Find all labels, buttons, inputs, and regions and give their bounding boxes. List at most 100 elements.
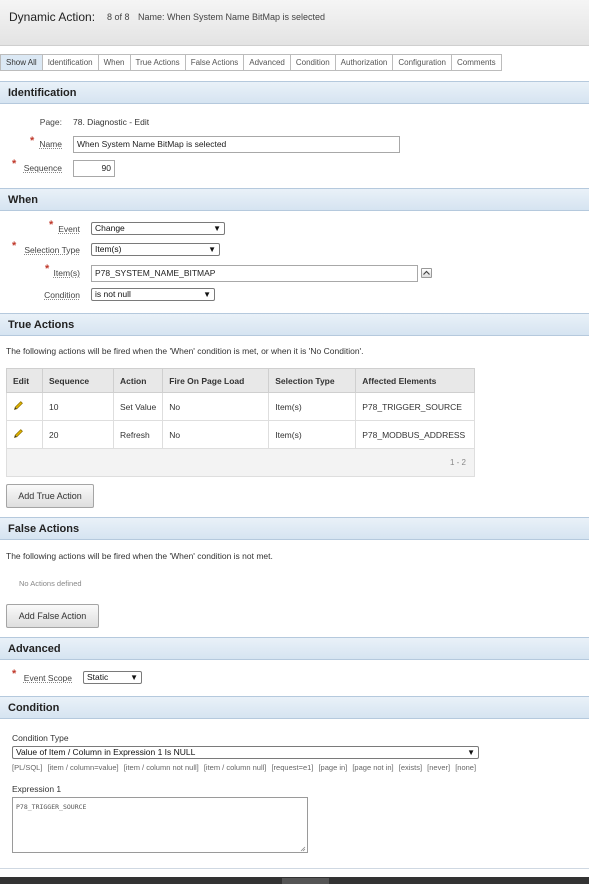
section-tabs: Show All Identification When True Action… — [0, 54, 502, 71]
tab-comments[interactable]: Comments — [450, 54, 502, 71]
identification-section-header: Identification — [0, 81, 589, 104]
sequence-field[interactable]: 90 — [73, 160, 115, 177]
pencil-icon[interactable] — [13, 400, 24, 411]
condition-shortcuts: [PL/SQL] [item / column=value] [item / c… — [12, 763, 479, 772]
chevron-down-icon: ▼ — [203, 290, 211, 299]
tab-condition[interactable]: Condition — [289, 54, 336, 71]
resize-handle-icon[interactable] — [300, 846, 306, 852]
action-cell: Set Value — [112, 392, 164, 421]
tab-false-actions[interactable]: False Actions — [184, 54, 245, 71]
expression-label: Expression 1 — [12, 784, 62, 794]
item-picker-button[interactable] — [421, 268, 432, 278]
condition-section-header: Condition — [0, 696, 589, 719]
sequence-cell: 10 — [42, 392, 114, 421]
items-label[interactable]: Item(s) — [40, 268, 80, 278]
chevron-down-icon: ▼ — [130, 673, 138, 682]
shortcut-link[interactable]: [item / column=value] — [48, 763, 119, 772]
table-header-row: Edit Sequence Action Fire On Page Load S… — [6, 368, 475, 393]
shortcut-link[interactable]: [request=e1] — [271, 763, 313, 772]
condition-type-select[interactable]: Value of Item / Column in Expression 1 I… — [12, 746, 479, 759]
page-title: Dynamic Action: — [9, 10, 96, 24]
true-actions-section-header: True Actions — [0, 313, 589, 336]
affected-elements-cell: P78_TRIGGER_SOURCE — [355, 392, 475, 421]
sequence-cell: 20 — [42, 420, 114, 449]
section-title: Advanced — [8, 643, 61, 655]
column-header[interactable]: Selection Type — [268, 368, 357, 393]
action-cell: Refresh — [112, 420, 164, 449]
condition-select[interactable]: is not null ▼ — [91, 288, 215, 301]
shortcut-link[interactable]: [page not in] — [352, 763, 393, 772]
shortcut-link[interactable]: [never] — [427, 763, 450, 772]
name-label[interactable]: Name — [20, 139, 62, 149]
add-true-action-button[interactable]: Add True Action — [6, 484, 94, 508]
caret-up-icon — [423, 270, 430, 275]
fire-on-load-cell: No — [162, 420, 270, 449]
when-section-header: When — [0, 188, 589, 211]
section-title: True Actions — [8, 319, 75, 331]
shortcut-link[interactable]: [exists] — [399, 763, 422, 772]
table-pagination: 1 - 2 — [6, 449, 475, 477]
chevron-down-icon: ▼ — [208, 245, 216, 254]
divider — [0, 868, 589, 869]
page-label: Page: — [39, 117, 62, 127]
selection-type-label[interactable]: Selection Type — [18, 245, 80, 255]
add-false-action-button[interactable]: Add False Action — [6, 604, 99, 628]
sequence-label[interactable]: Sequence — [18, 163, 62, 173]
empty-state-text: No Actions defined — [19, 579, 82, 588]
true-actions-description: The following actions will be fired when… — [6, 346, 364, 356]
name-field[interactable]: When System Name BitMap is selected — [73, 136, 400, 153]
section-title: Identification — [8, 87, 77, 99]
tab-advanced[interactable]: Advanced — [243, 54, 291, 71]
tab-show-all[interactable]: Show All — [0, 54, 43, 71]
scrollbar-thumb[interactable] — [282, 878, 329, 884]
chevron-down-icon: ▼ — [467, 748, 475, 757]
edit-cell[interactable] — [6, 392, 43, 421]
required-marker: * — [12, 240, 17, 252]
shortcut-link[interactable]: [PL/SQL] — [12, 763, 42, 772]
event-value: Change — [95, 223, 125, 233]
items-field[interactable]: P78_SYSTEM_NAME_BITMAP — [91, 265, 418, 282]
required-marker: * — [12, 158, 17, 170]
column-header[interactable]: Action — [112, 368, 164, 393]
table-row: 20 Refresh No Item(s) P78_MODBUS_ADDRESS — [6, 420, 475, 449]
pagination-text: 1 - 2 — [449, 458, 466, 467]
edit-cell[interactable] — [6, 420, 43, 449]
condition-type-value: Value of Item / Column in Expression 1 I… — [16, 747, 196, 757]
tab-when[interactable]: When — [97, 54, 131, 71]
tab-authorization[interactable]: Authorization — [334, 54, 394, 71]
tab-configuration[interactable]: Configuration — [392, 54, 452, 71]
required-marker: * — [12, 668, 17, 680]
table-row: 10 Set Value No Item(s) P78_TRIGGER_SOUR… — [6, 392, 475, 421]
false-actions-description: The following actions will be fired when… — [6, 551, 273, 561]
shortcut-link[interactable]: [none] — [455, 763, 476, 772]
column-header: Edit — [6, 368, 43, 393]
chevron-down-icon: ▼ — [213, 224, 221, 233]
tab-true-actions[interactable]: True Actions — [129, 54, 186, 71]
section-title: False Actions — [8, 523, 80, 535]
expression-textarea[interactable]: P78_TRIGGER_SOURCE — [12, 797, 308, 853]
shortcut-link[interactable]: [item / column null] — [204, 763, 267, 772]
page-header: Dynamic Action: 8 of 8 Name: When System… — [0, 0, 589, 46]
event-scope-label[interactable]: Event Scope — [18, 673, 72, 683]
affected-elements-cell: P78_MODBUS_ADDRESS — [355, 420, 475, 449]
column-header[interactable]: Affected Elements — [355, 368, 475, 393]
column-header[interactable]: Sequence — [42, 368, 114, 393]
selection-type-value: Item(s) — [95, 244, 122, 254]
shortcut-link[interactable]: [page in] — [318, 763, 347, 772]
event-scope-value: Static — [87, 672, 109, 682]
shortcut-link[interactable]: [item / column not null] — [124, 763, 199, 772]
condition-label[interactable]: Condition — [30, 290, 80, 300]
section-title: When — [8, 194, 38, 206]
section-title: Condition — [8, 702, 60, 714]
column-header[interactable]: Fire On Page Load — [162, 368, 270, 393]
event-label[interactable]: Event — [40, 224, 80, 234]
pencil-icon[interactable] — [13, 428, 24, 439]
tab-identification[interactable]: Identification — [41, 54, 99, 71]
event-select[interactable]: Change ▼ — [91, 222, 225, 235]
true-actions-table: Edit Sequence Action Fire On Page Load S… — [6, 368, 475, 449]
advanced-section-header: Advanced — [0, 637, 589, 660]
bottom-scrollbar[interactable] — [0, 877, 589, 884]
event-scope-select[interactable]: Static ▼ — [83, 671, 142, 684]
selection-type-select[interactable]: Item(s) ▼ — [91, 243, 220, 256]
selection-type-cell: Item(s) — [268, 420, 357, 449]
